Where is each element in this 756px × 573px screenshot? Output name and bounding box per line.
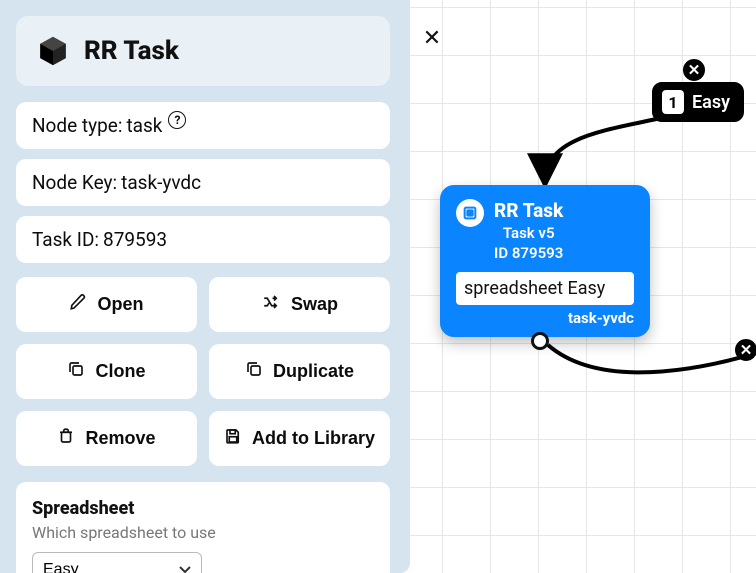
predecessor-chip[interactable]: 1 Easy (652, 82, 744, 122)
node-key-label: task-yvdc (568, 309, 634, 327)
chip-close-button-1[interactable]: ✕ (683, 59, 705, 81)
node-title: RR Task (494, 199, 563, 222)
task-id-row: Task ID: 879593 (16, 216, 390, 263)
remove-label: Remove (85, 428, 155, 449)
clone-icon (67, 360, 85, 383)
trash-icon (57, 427, 75, 450)
panel-title: RR Task (84, 36, 179, 66)
swap-button[interactable]: Swap (209, 277, 390, 332)
spreadsheet-subtitle: Which spreadsheet to use (32, 523, 374, 542)
duplicate-label: Duplicate (273, 361, 354, 382)
node-type-row: Node type: task ? (16, 102, 390, 149)
clone-label: Clone (95, 361, 145, 382)
node-key-label-text: Node Key: (32, 171, 117, 194)
node-key-value: task-yvdc (121, 171, 201, 194)
spreadsheet-select[interactable]: Easy (32, 552, 202, 573)
add-to-library-button[interactable]: Add to Library (209, 411, 390, 466)
add-to-library-label: Add to Library (252, 428, 375, 449)
help-icon[interactable]: ? (168, 111, 186, 129)
save-icon (224, 427, 242, 450)
cube-icon (36, 34, 70, 68)
chip-index: 1 (662, 90, 684, 114)
swap-label: Swap (291, 294, 338, 315)
pencil-icon (69, 293, 87, 316)
chip-close-button-2[interactable]: ✕ (735, 339, 756, 361)
node-subtitle-2: ID 879593 (494, 244, 563, 262)
chip-label: Easy (692, 92, 730, 113)
spreadsheet-title: Spreadsheet (32, 498, 374, 519)
node-output-port[interactable] (531, 332, 549, 350)
details-panel: RR Task Node type: task ? Node Key: task… (0, 0, 410, 573)
node-key-row: Node Key: task-yvdc (16, 159, 390, 206)
node-type-label: Node type: (32, 114, 122, 137)
task-node[interactable]: RR Task Task v5 ID 879593 spreadsheet Ea… (440, 185, 650, 337)
duplicate-button[interactable]: Duplicate (209, 344, 390, 399)
close-panel-button[interactable]: ✕ (418, 24, 446, 52)
remove-button[interactable]: Remove (16, 411, 197, 466)
duplicate-icon (245, 360, 263, 383)
details-panel-scroll[interactable]: RR Task Node type: task ? Node Key: task… (16, 16, 390, 573)
node-subtitle-1: Task v5 (494, 224, 563, 242)
panel-header-card: RR Task (16, 16, 390, 86)
task-id-label: Task ID: (32, 228, 99, 251)
clone-button[interactable]: Clone (16, 344, 197, 399)
open-button[interactable]: Open (16, 277, 197, 332)
shuffle-icon (261, 293, 281, 316)
node-field-value: spreadsheet Easy (456, 272, 634, 305)
task-id-value: 879593 (103, 228, 167, 251)
node-type-icon (456, 199, 484, 227)
open-label: Open (97, 294, 143, 315)
node-type-value: task (126, 114, 162, 137)
spreadsheet-section: Spreadsheet Which spreadsheet to use Eas… (16, 482, 390, 573)
